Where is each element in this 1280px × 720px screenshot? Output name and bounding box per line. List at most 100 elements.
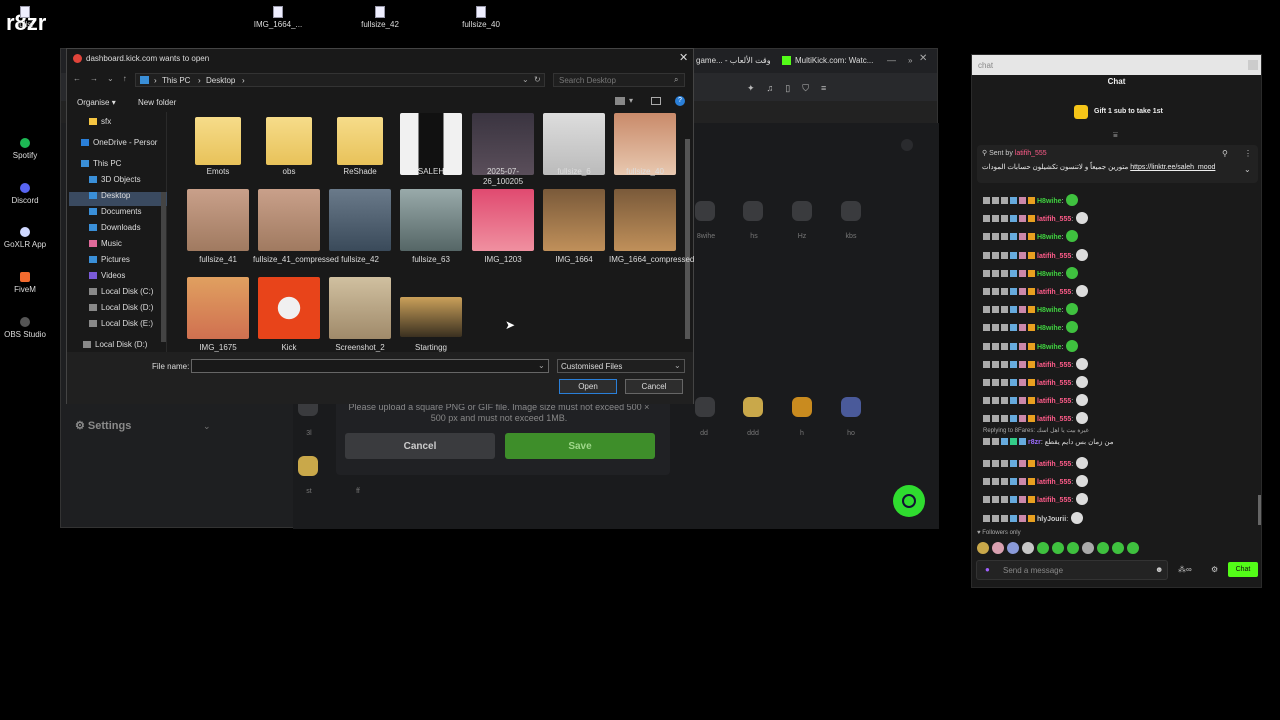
cancel-button[interactable]: Cancel [625, 379, 683, 394]
chat-username[interactable]: latifih_555 [1037, 289, 1071, 296]
emote[interactable] [1066, 303, 1079, 316]
emote[interactable] [1112, 542, 1124, 554]
chat-username[interactable]: hlyJourii [1037, 516, 1066, 523]
preview-pane-icon[interactable] [651, 97, 661, 105]
search-input[interactable]: Search Desktop ⌕ [553, 73, 685, 87]
scrollbar[interactable] [1258, 495, 1261, 525]
emote[interactable] [1022, 542, 1034, 554]
sidebar-icon[interactable]: ▯ [785, 83, 790, 94]
chat-send-button[interactable]: Chat [1228, 562, 1258, 577]
chat-username[interactable]: H8wihe [1037, 198, 1062, 205]
emote[interactable] [1097, 542, 1109, 554]
chevron-down-icon[interactable]: ⌄ [107, 74, 114, 83]
emote[interactable] [1076, 376, 1089, 388]
more-icon[interactable]: ⋮ [1244, 149, 1252, 158]
tree-item[interactable]: Local Disk (E:) [89, 319, 153, 328]
obs-shortcut[interactable]: OBS Studio [0, 317, 50, 339]
gift-banner[interactable]: Gift 1 sub to take 1st [1094, 108, 1163, 115]
desktop-file[interactable]: fullsize_40 [451, 6, 511, 29]
chevron-right-icon[interactable]: » [908, 56, 912, 65]
emote[interactable] [1076, 412, 1089, 425]
chat-username[interactable]: latifih_555 [1037, 362, 1071, 369]
emote[interactable] [1076, 248, 1089, 261]
emote[interactable] [695, 397, 715, 417]
shield-icon[interactable]: ⛉ [802, 83, 809, 94]
chat-username[interactable]: latifih_555 [1037, 398, 1071, 405]
chevron-down-icon[interactable]: ⌄ [203, 421, 211, 432]
tree-item[interactable]: Downloads [89, 223, 141, 232]
back-arrow-icon[interactable]: ← [73, 74, 81, 83]
chat-search[interactable]: chat [978, 61, 993, 70]
emote[interactable] [977, 542, 989, 554]
tree-item[interactable]: Pictures [89, 255, 130, 264]
tree-item[interactable]: Desktop [89, 191, 130, 200]
chevron-down-icon[interactable]: ⌄ [538, 361, 545, 370]
chat-username[interactable]: H8wihe [1037, 234, 1062, 241]
fivem-shortcut[interactable]: FiveM [0, 272, 50, 294]
emote[interactable] [1066, 230, 1079, 243]
desktop-file[interactable]: fullsi [0, 6, 55, 29]
chat-username[interactable]: latifih_555 [1037, 479, 1071, 486]
emote[interactable] [1082, 542, 1094, 554]
tree-item[interactable]: Music [89, 239, 122, 248]
goxlr-shortcut[interactable]: GoXLR App [0, 227, 50, 249]
breadcrumb-this-pc[interactable]: This PC [162, 76, 190, 85]
emote[interactable] [792, 201, 812, 221]
chat-username[interactable]: r8zr [1028, 439, 1041, 446]
tree-item[interactable]: This PC [81, 159, 121, 168]
chat-username[interactable]: latifih_555 [1037, 416, 1071, 423]
media-icon[interactable]: ♫ [767, 83, 774, 94]
tree-item[interactable]: OneDrive - Persor [81, 138, 157, 147]
tree-item[interactable]: 3D Objects [89, 175, 141, 184]
mic-icon[interactable]: ● [985, 565, 990, 574]
emote[interactable] [1076, 285, 1089, 297]
emote[interactable] [1127, 542, 1139, 554]
modal-cancel-button[interactable]: Cancel [345, 433, 495, 459]
chat-username[interactable]: H8wihe [1037, 344, 1062, 351]
chat-username[interactable]: latifih_555 [1037, 216, 1071, 223]
profile-icon[interactable] [901, 139, 913, 151]
settings-nav[interactable]: ⚙ Settings [75, 419, 131, 432]
pinned-link[interactable]: https://linktr.ee/saleh_mood [1130, 164, 1215, 171]
tree-item[interactable]: Local Disk (D:) [89, 303, 153, 312]
emote[interactable] [1071, 511, 1084, 524]
tree-item[interactable]: Local Disk (C:) [89, 287, 153, 296]
emoji-icon[interactable]: ☻ [1155, 565, 1163, 574]
emote[interactable] [1037, 542, 1049, 554]
file-name-input[interactable]: ⌄ [191, 359, 549, 373]
close-icon[interactable]: ✕ [679, 51, 688, 64]
support-button[interactable] [893, 485, 925, 517]
chevron-down-icon[interactable]: ⌄ [1244, 165, 1251, 174]
help-icon[interactable]: ? [675, 96, 685, 106]
organise-menu[interactable]: Organise ▾ [77, 98, 116, 107]
popout-icon[interactable] [1248, 60, 1258, 70]
new-folder-button[interactable]: New folder [138, 98, 176, 107]
pinned-user[interactable]: latifih_555 [1015, 150, 1047, 157]
forward-arrow-icon[interactable]: → [90, 74, 98, 83]
emote[interactable] [1067, 542, 1079, 554]
emote[interactable] [792, 397, 812, 417]
menu-icon[interactable]: ≡ [821, 83, 826, 94]
emote[interactable] [743, 397, 763, 417]
chat-username[interactable]: latifih_555 [1037, 461, 1071, 468]
emote[interactable] [298, 456, 318, 476]
emote[interactable] [1066, 194, 1079, 206]
scrollbar[interactable] [685, 139, 690, 339]
bookmark-game[interactable]: game... - وقت الألعاب [696, 56, 771, 65]
view-icon[interactable] [615, 97, 625, 105]
desktop-file[interactable]: IMG_1664_... [248, 6, 308, 29]
emote[interactable] [1007, 542, 1019, 554]
chat-username[interactable]: latifih_555 [1037, 380, 1071, 387]
emote[interactable] [1066, 266, 1079, 279]
emote[interactable] [841, 201, 861, 221]
tree-item[interactable]: sfx [89, 117, 111, 126]
address-bar[interactable]: › This PC › Desktop › ⌄ ↻ [135, 73, 545, 87]
emote[interactable] [992, 542, 1004, 554]
emote[interactable] [1076, 457, 1089, 469]
emote[interactable] [1076, 394, 1089, 407]
desktop-file[interactable]: fullsize_42 [350, 6, 410, 29]
tree-item[interactable]: Videos [89, 271, 125, 280]
emote[interactable] [1066, 339, 1079, 352]
up-arrow-icon[interactable]: ↑ [123, 74, 127, 83]
chat-username[interactable]: latifih_555 [1037, 497, 1071, 504]
